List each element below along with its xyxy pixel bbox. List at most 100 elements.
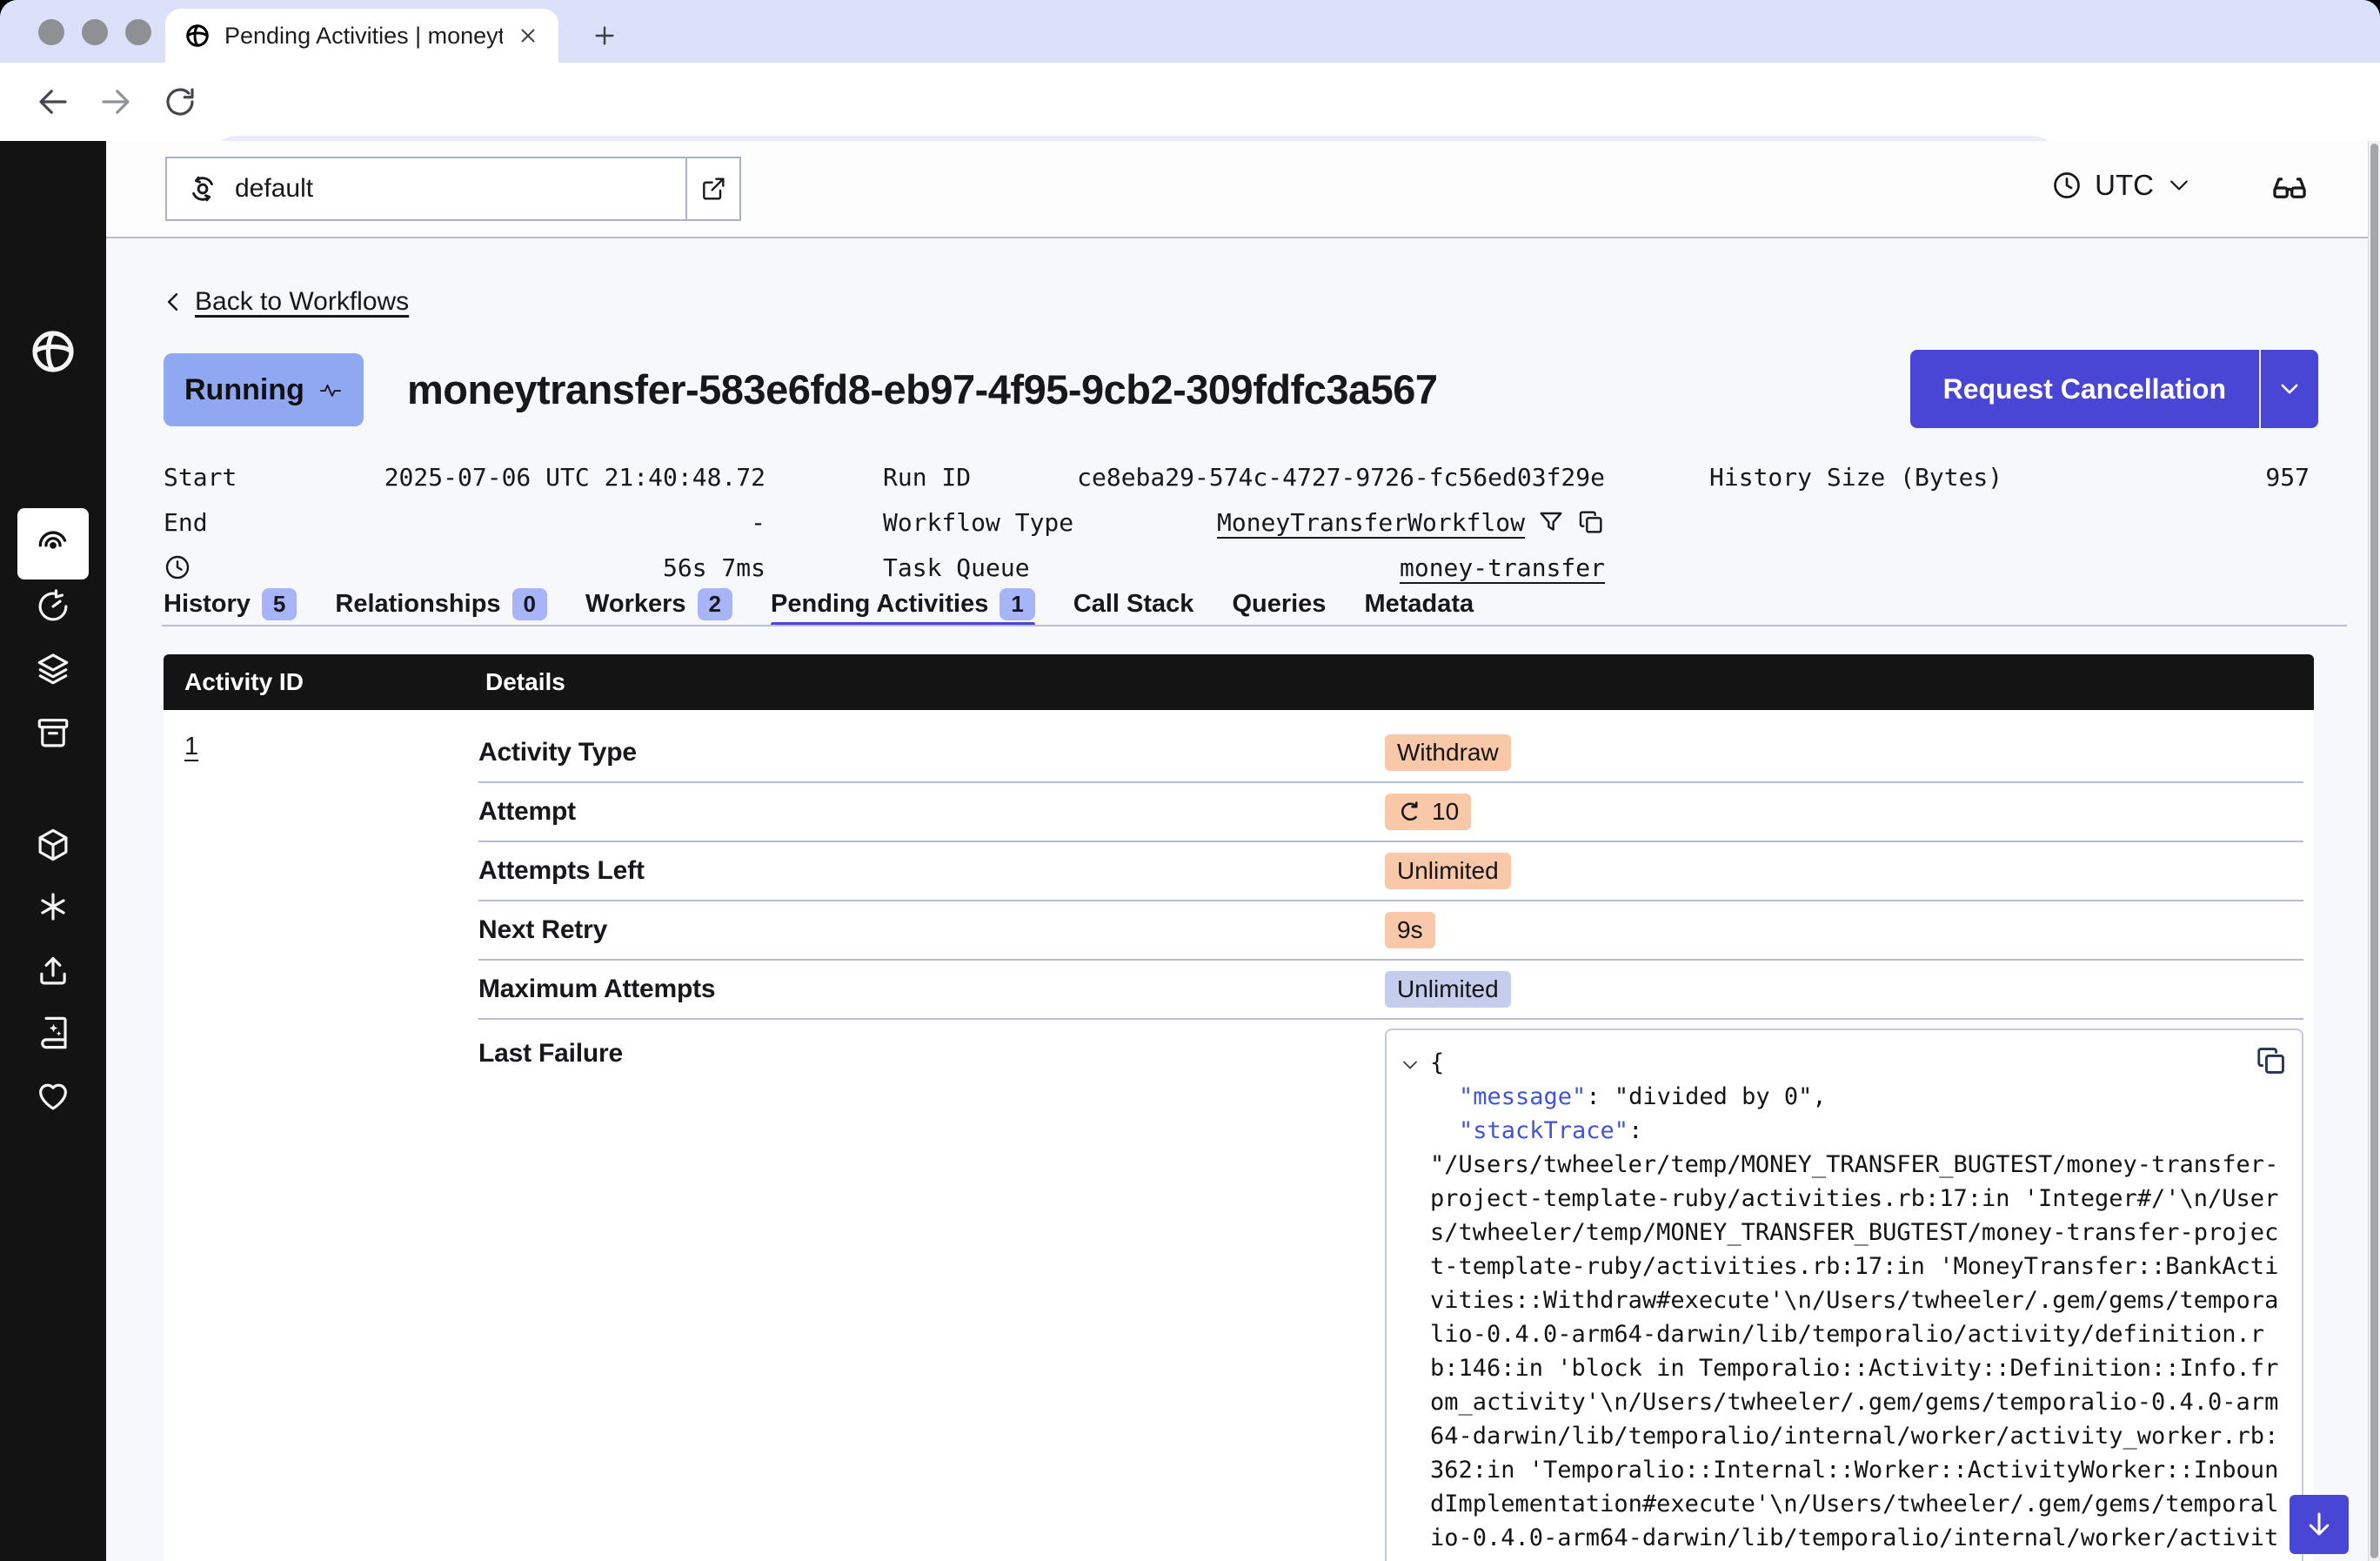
new-tab-button[interactable] xyxy=(585,16,625,56)
chevron-down-icon xyxy=(2277,377,2302,401)
chevron-left-icon xyxy=(162,290,186,314)
sidebar-item-schedules[interactable] xyxy=(0,588,106,625)
page-scrollbar[interactable] xyxy=(2368,141,2380,1561)
sidebar-item-feedback[interactable] xyxy=(0,1077,106,1114)
detail-row-attempt: Attempt 10 xyxy=(478,783,2303,842)
stack-trace-text: "/Users/twheeler/temp/MONEY_TRANSFER_BUG… xyxy=(1430,1151,2278,1561)
external-link-icon xyxy=(699,175,727,203)
sidebar-item-namespaces[interactable] xyxy=(0,827,106,863)
browser-tab-strip: Pending Activities | moneytra xyxy=(0,0,2380,63)
collapse-toggle-icon[interactable] xyxy=(1397,1046,1423,1075)
sidebar-item-archive[interactable] xyxy=(0,714,106,751)
plus-icon xyxy=(591,22,618,50)
attempt-badge: 10 xyxy=(1385,794,1471,830)
last-failure-code-block: { "message": "divided by 0", "stackTrace… xyxy=(1385,1028,2303,1561)
sidebar-item-nexus[interactable] xyxy=(0,888,106,925)
glasses-icon xyxy=(2270,169,2309,207)
maximum-attempts-badge: Unlimited xyxy=(1385,971,1511,1008)
namespace-selector[interactable]: default xyxy=(165,157,741,221)
workflow-type-link[interactable]: MoneyTransferWorkflow xyxy=(1217,508,1525,537)
namespace-selector-main[interactable]: default xyxy=(167,158,685,219)
temporal-favicon-icon xyxy=(184,23,211,49)
tab-relationships[interactable]: Relationships 0 xyxy=(335,583,547,625)
browser-tab[interactable]: Pending Activities | moneytra xyxy=(165,9,558,63)
book-sparkles-icon xyxy=(35,1015,71,1051)
duration-clock-icon xyxy=(164,553,191,581)
browser-window: Pending Activities | moneytra localhost:… xyxy=(0,0,2380,1561)
table-body: 1 Activity Type Withdraw Attempt 10 xyxy=(164,710,2314,1561)
task-queue-label: Task Queue xyxy=(883,553,1030,582)
scroll-to-bottom-button[interactable] xyxy=(2290,1495,2349,1554)
window-controls[interactable] xyxy=(38,19,151,45)
workflow-tabs: History 5 Relationships 0 Workers 2 Pend… xyxy=(164,583,1474,625)
window-zoom-button[interactable] xyxy=(125,19,151,45)
tab-workers[interactable]: Workers 2 xyxy=(585,583,732,625)
history-size-label: History Size (Bytes) xyxy=(1709,463,2002,492)
archive-box-icon xyxy=(35,714,71,751)
start-value: 2025-07-06 UTC 21:40:48.72 xyxy=(384,463,765,492)
col-details: Details xyxy=(485,668,565,696)
tab-workers-count: 2 xyxy=(698,588,732,620)
reload-button[interactable] xyxy=(162,84,198,120)
down-arrow-icon xyxy=(2303,1509,2335,1540)
window-minimize-button[interactable] xyxy=(82,19,108,45)
duration-value: 56s 7ms xyxy=(663,553,765,582)
clock-icon xyxy=(2051,170,2082,201)
pulse-icon xyxy=(318,378,343,402)
copy-icon[interactable] xyxy=(2255,1044,2288,1077)
col-activity-id: Activity ID xyxy=(164,668,485,696)
labs-mode-toggle[interactable] xyxy=(2270,169,2309,207)
end-value: - xyxy=(751,508,765,537)
activity-type-badge: Withdraw xyxy=(1385,734,1511,771)
cancellation-menu-button[interactable] xyxy=(2261,350,2318,428)
timezone-label: UTC xyxy=(2095,169,2154,202)
forward-button[interactable] xyxy=(97,84,134,120)
copy-icon[interactable] xyxy=(1577,508,1605,536)
tab-call-stack[interactable]: Call Stack xyxy=(1073,583,1194,625)
pending-activities-table: Activity ID Details 1 Activity Type With… xyxy=(164,654,2314,1561)
back-link-label: Back to Workflows xyxy=(195,287,409,317)
schedules-clock-icon xyxy=(35,588,71,625)
last-failure-json: { "message": "divided by 0", "stackTrace… xyxy=(1430,1046,2290,1561)
tab-close-icon[interactable] xyxy=(517,24,539,47)
attempts-left-badge: Unlimited xyxy=(1385,853,1511,889)
detail-row-activity-type: Activity Type Withdraw xyxy=(478,724,2303,783)
tab-history-count: 5 xyxy=(262,588,297,620)
layers-icon xyxy=(35,651,71,687)
status-badge: Running xyxy=(164,353,364,426)
run-id-value: ce8eba29-574c-4727-9726-fc56ed03f29e xyxy=(1077,463,1605,492)
sidebar-item-docs[interactable] xyxy=(0,1015,106,1051)
request-cancellation-label[interactable]: Request Cancellation xyxy=(1910,350,2261,428)
tab-metadata[interactable]: Metadata xyxy=(1364,583,1474,625)
tab-pending-activities[interactable]: Pending Activities 1 xyxy=(771,583,1035,625)
end-label: End xyxy=(164,508,208,537)
activity-id-link[interactable]: 1 xyxy=(184,733,198,760)
filter-funnel-icon[interactable] xyxy=(1537,508,1565,536)
request-cancellation-button[interactable]: Request Cancellation xyxy=(1910,350,2318,428)
back-button[interactable] xyxy=(35,84,71,120)
table-header: Activity ID Details xyxy=(164,654,2314,710)
activity-details-cell: Activity Type Withdraw Attempt 10 A xyxy=(478,710,2314,1561)
tab-relationships-count: 0 xyxy=(512,588,547,620)
namespace-switcher-icon xyxy=(186,172,219,205)
workflows-eye-icon xyxy=(34,525,72,563)
namespace-open-button[interactable] xyxy=(685,158,739,219)
back-to-workflows-link[interactable]: Back to Workflows xyxy=(162,287,409,317)
next-retry-badge: 9s xyxy=(1385,912,1435,948)
timezone-selector[interactable]: UTC xyxy=(2051,169,2192,202)
tab-queries[interactable]: Queries xyxy=(1232,583,1326,625)
chevron-down-icon xyxy=(2166,172,2192,198)
heart-icon xyxy=(35,1077,71,1114)
scrollbar-thumb[interactable] xyxy=(2370,144,2378,1558)
sidebar-item-batch-operations[interactable] xyxy=(0,651,106,687)
tab-pending-activities-count: 1 xyxy=(999,588,1034,620)
window-close-button[interactable] xyxy=(38,19,64,45)
sidebar-item-import[interactable] xyxy=(0,952,106,988)
tab-title: Pending Activities | moneytra xyxy=(224,23,503,50)
temporal-logo-icon[interactable] xyxy=(0,327,106,376)
run-id-label: Run ID xyxy=(883,463,971,492)
detail-row-maximum-attempts: Maximum Attempts Unlimited xyxy=(478,961,2303,1020)
tab-history[interactable]: History 5 xyxy=(164,583,297,625)
task-queue-link[interactable]: money-transfer xyxy=(1400,553,1605,582)
sidebar-item-workflows[interactable] xyxy=(17,508,89,580)
